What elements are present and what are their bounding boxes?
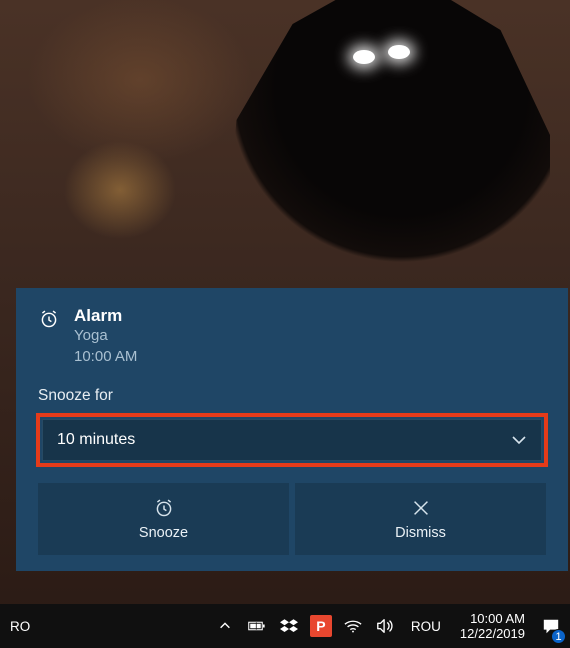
- wifi-icon: [344, 617, 362, 635]
- snooze-label: Snooze for: [38, 387, 546, 405]
- speaker-icon: [376, 617, 394, 635]
- input-method-label: RO: [10, 619, 30, 634]
- dismiss-button[interactable]: Dismiss: [295, 483, 546, 555]
- language-label: ROU: [411, 619, 441, 634]
- snooze-button[interactable]: Snooze: [38, 483, 289, 555]
- chevron-up-icon: [216, 617, 234, 635]
- tray-overflow-button[interactable]: [209, 604, 241, 648]
- snooze-section: Snooze for 10 minutes: [38, 387, 546, 467]
- notification-title: Alarm: [74, 306, 137, 326]
- notification-badge: 1: [551, 629, 566, 644]
- taskbar: RO P: [0, 604, 570, 648]
- chevron-down-icon: [511, 432, 527, 448]
- snooze-button-label: Snooze: [139, 525, 188, 541]
- battery-icon: [248, 617, 266, 635]
- alarm-icon: [153, 497, 175, 519]
- clock-date: 12/22/2019: [460, 626, 525, 641]
- letter-p-icon: P: [310, 615, 332, 637]
- notification-header: Alarm Yoga 10:00 AM: [38, 306, 546, 367]
- tray-app-p[interactable]: P: [305, 604, 337, 648]
- alarm-notification: Alarm Yoga 10:00 AM Snooze for 10 minute…: [16, 288, 568, 571]
- wallpaper-art: [353, 50, 375, 64]
- wallpaper-art: [388, 45, 410, 59]
- notification-time: 10:00 AM: [74, 347, 137, 367]
- snooze-duration-select[interactable]: 10 minutes: [42, 419, 542, 461]
- battery-indicator[interactable]: [241, 604, 273, 648]
- snooze-duration-value: 10 minutes: [57, 431, 135, 449]
- dismiss-button-label: Dismiss: [395, 525, 446, 541]
- wallpaper-art: [220, 0, 550, 300]
- dropbox-icon: [280, 617, 298, 635]
- notification-actions: Snooze Dismiss: [38, 483, 546, 555]
- input-method-indicator[interactable]: RO: [0, 604, 40, 648]
- annotation-highlight: 10 minutes: [36, 413, 548, 467]
- dropbox-tray[interactable]: [273, 604, 305, 648]
- notification-subtitle: Yoga: [74, 326, 137, 346]
- close-icon: [410, 497, 432, 519]
- language-indicator[interactable]: ROU: [401, 604, 451, 648]
- notification-head-text: Alarm Yoga 10:00 AM: [74, 306, 137, 367]
- action-center-button[interactable]: 1: [534, 604, 570, 648]
- wifi-indicator[interactable]: [337, 604, 369, 648]
- clock-time: 10:00 AM: [470, 611, 525, 626]
- taskbar-clock[interactable]: 10:00 AM 12/22/2019: [451, 604, 534, 648]
- volume-indicator[interactable]: [369, 604, 401, 648]
- alarm-icon: [38, 308, 60, 330]
